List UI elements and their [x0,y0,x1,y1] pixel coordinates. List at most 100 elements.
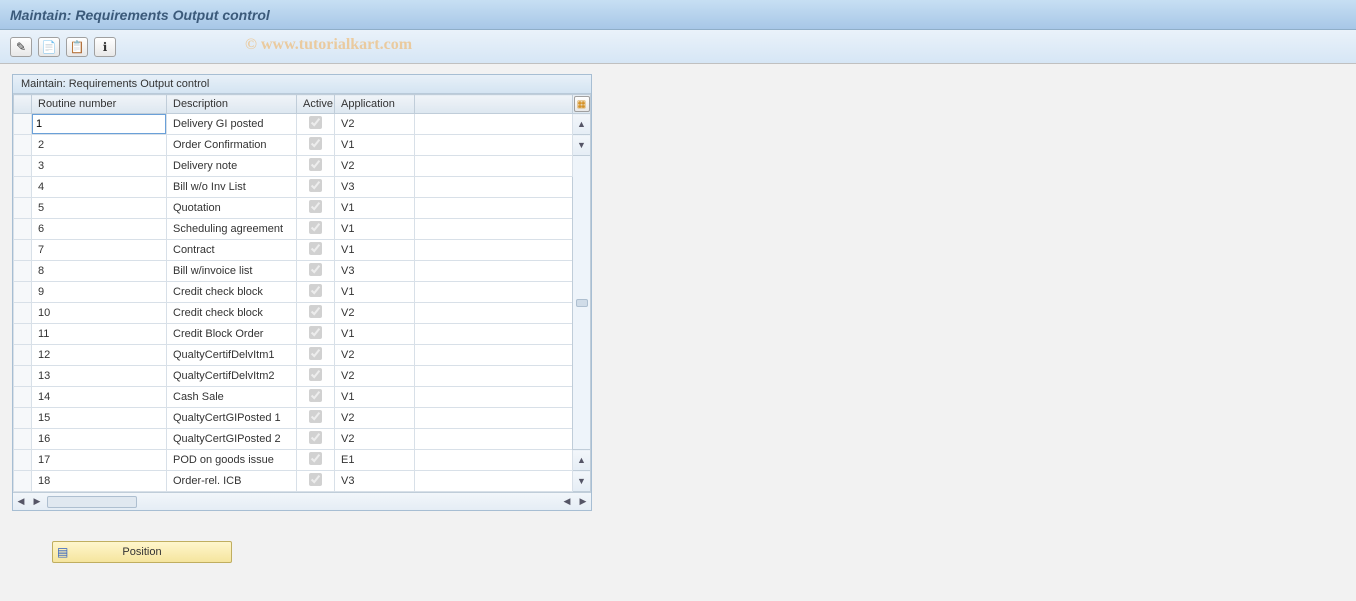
table-row[interactable]: 17POD on goods issueE1▲ [14,450,591,471]
table-row[interactable]: 7Contract V1 [14,240,591,261]
active-checkbox[interactable] [309,389,322,402]
active-checkbox[interactable] [309,368,322,381]
cell-active[interactable] [297,261,335,282]
row-select-handle[interactable] [14,156,32,177]
row-select-handle[interactable] [14,429,32,450]
row-select-handle[interactable] [14,282,32,303]
active-checkbox[interactable] [309,347,322,360]
cell-routine-number[interactable]: 14 [32,387,167,408]
col-routine[interactable]: Routine number [32,95,167,114]
cell-application[interactable]: V1 [335,387,415,408]
cell-application[interactable]: V1 [335,219,415,240]
cell-routine-number[interactable]: 5 [32,198,167,219]
row-select-handle[interactable] [14,135,32,156]
cell-routine-number[interactable]: 18 [32,471,167,492]
cell-active[interactable] [297,429,335,450]
hscroll-right-step-icon[interactable]: ▶ [29,495,45,509]
cell-routine-number[interactable]: 13 [32,366,167,387]
active-checkbox[interactable] [309,452,322,465]
active-checkbox[interactable] [309,179,322,192]
active-checkbox[interactable] [309,242,322,255]
cell-routine-number[interactable]: 16 [32,429,167,450]
cell-active[interactable] [297,219,335,240]
row-select-handle[interactable] [14,261,32,282]
cell-active[interactable] [297,303,335,324]
col-active[interactable]: Active [297,95,335,114]
row-select-handle[interactable] [14,303,32,324]
table-row[interactable]: 13QualtyCertifDelvItm2 V2 [14,366,591,387]
cell-application[interactable]: V3 [335,471,415,492]
cell-description[interactable]: Bill w/o Inv List [167,177,297,198]
cell-routine-number[interactable]: 12 [32,345,167,366]
cell-application[interactable]: V2 [335,366,415,387]
cell-active[interactable] [297,366,335,387]
table-row[interactable]: 18Order-rel. ICBV3▼ [14,471,591,492]
col-select[interactable] [14,95,32,114]
active-checkbox[interactable] [309,116,322,129]
row-select-handle[interactable] [14,240,32,261]
cell-application[interactable]: V1 [335,324,415,345]
hscroll-thumb[interactable] [47,496,137,508]
row-select-handle[interactable] [14,408,32,429]
copy-button[interactable]: 📋 [66,37,88,57]
table-row[interactable]: 15QualtyCertGIPosted 1V2 [14,408,591,429]
row-select-handle[interactable] [14,366,32,387]
vscroll-down-step-icon[interactable]: ▼ [573,135,591,156]
cell-application[interactable]: V2 [335,429,415,450]
cell-description[interactable]: Contract [167,240,297,261]
cell-routine-number[interactable]: 9 [32,282,167,303]
cell-active[interactable] [297,408,335,429]
cell-routine-number[interactable]: 7 [32,240,167,261]
cell-application[interactable]: V2 [335,408,415,429]
cell-active[interactable] [297,324,335,345]
cell-description[interactable]: QualtyCertifDelvItm2 [167,366,297,387]
new-entries-button[interactable]: 📄 [38,37,60,57]
table-row[interactable]: Delivery GI postedV2▲ [14,114,591,135]
cell-description[interactable]: Order Confirmation [167,135,297,156]
cell-active[interactable] [297,156,335,177]
col-description[interactable]: Description [167,95,297,114]
toggle-display-change-button[interactable]: ✎ [10,37,32,57]
vscroll-thumb[interactable] [576,299,588,307]
cell-routine-number[interactable]: 10 [32,303,167,324]
row-select-handle[interactable] [14,324,32,345]
row-select-handle[interactable] [14,471,32,492]
info-button[interactable]: ℹ [94,37,116,57]
cell-application[interactable]: V1 [335,240,415,261]
routine-number-input[interactable] [32,114,166,134]
cell-active[interactable] [297,471,335,492]
table-row[interactable]: 14Cash Sale V1 [14,387,591,408]
active-checkbox[interactable] [309,137,322,150]
cell-application[interactable]: E1 [335,450,415,471]
cell-routine-number[interactable]: 3 [32,156,167,177]
row-select-handle[interactable] [14,114,32,135]
cell-description[interactable]: Cash Sale [167,387,297,408]
table-row[interactable]: 5QuotationV1 [14,198,591,219]
row-select-handle[interactable] [14,177,32,198]
cell-routine-number[interactable]: 11 [32,324,167,345]
table-row[interactable]: 6Scheduling agreementV1 [14,219,591,240]
cell-routine-number[interactable] [32,114,167,135]
row-select-handle[interactable] [14,219,32,240]
active-checkbox[interactable] [309,431,322,444]
cell-application[interactable]: V2 [335,156,415,177]
vscroll-down-icon[interactable]: ▼ [573,471,591,492]
cell-application[interactable]: V2 [335,345,415,366]
table-row[interactable]: 12QualtyCertifDelvItm1V2 [14,345,591,366]
cell-description[interactable]: Bill w/invoice list [167,261,297,282]
cell-description[interactable]: Delivery note [167,156,297,177]
cell-description[interactable]: Credit check block [167,303,297,324]
cell-active[interactable] [297,387,335,408]
col-application[interactable]: Application [335,95,415,114]
active-checkbox[interactable] [309,284,322,297]
table-row[interactable]: 8Bill w/invoice listV3 [14,261,591,282]
cell-application[interactable]: V1 [335,282,415,303]
cell-routine-number[interactable]: 4 [32,177,167,198]
cell-description[interactable]: Quotation [167,198,297,219]
cell-active[interactable] [297,177,335,198]
cell-active[interactable] [297,135,335,156]
horizontal-scrollbar[interactable]: ◀ ▶ ◀ ▶ [13,492,591,510]
cell-routine-number[interactable]: 8 [32,261,167,282]
cell-description[interactable]: Delivery GI posted [167,114,297,135]
row-select-handle[interactable] [14,198,32,219]
